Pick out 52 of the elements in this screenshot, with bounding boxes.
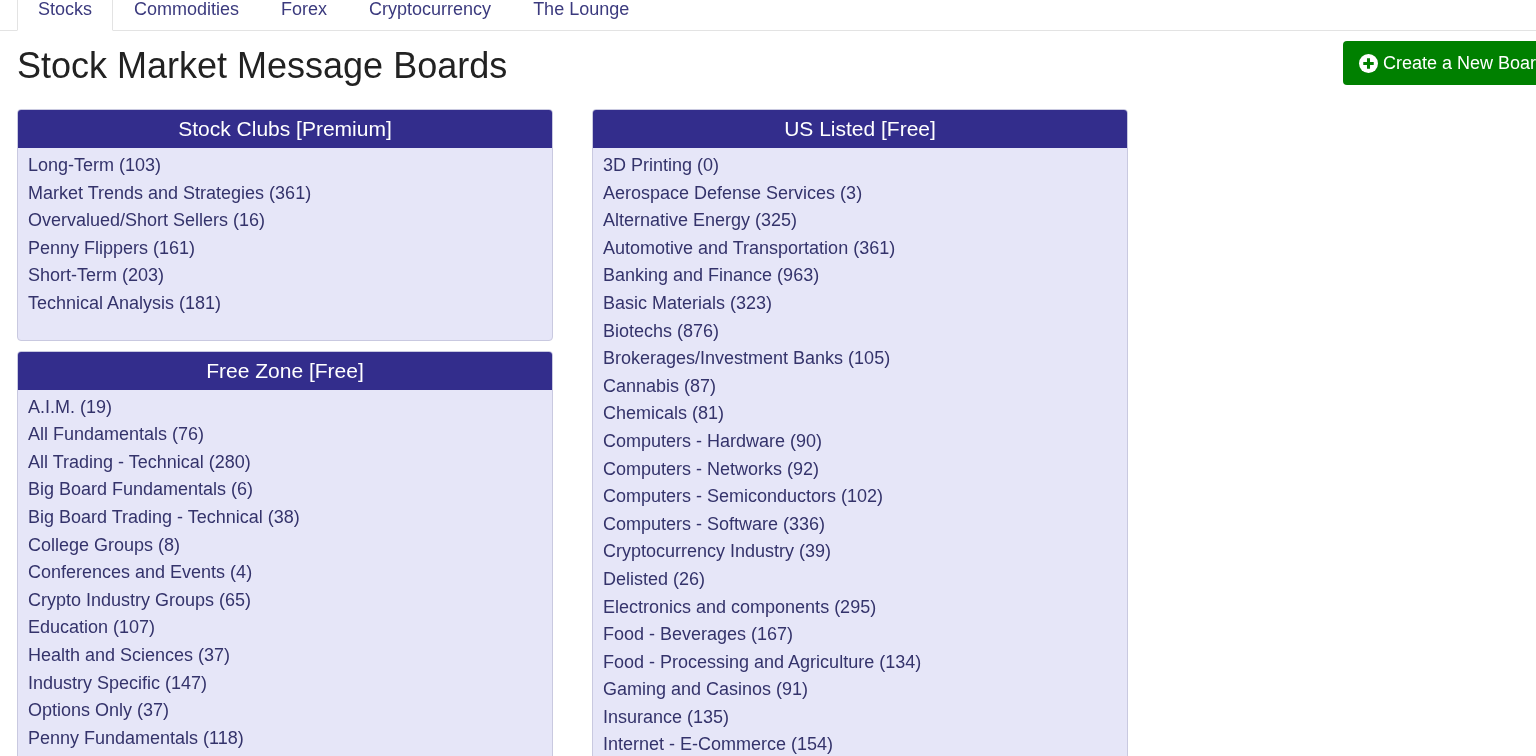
board-link[interactable]: Food - Processing and Agriculture (134): [603, 648, 922, 677]
plus-circle-icon: [1358, 53, 1378, 73]
create-board-button[interactable]: Create a New Boar: [1342, 41, 1536, 85]
board-link[interactable]: Crypto Industry Groups (65): [28, 586, 252, 615]
board-link[interactable]: Cryptocurrency Industry (39): [603, 538, 832, 566]
board-link[interactable]: Big Board Fundamentals (6): [28, 476, 254, 504]
nav-tab[interactable]: Commodities: [113, 0, 261, 31]
board-link[interactable]: Automotive and Transportation (361): [603, 234, 896, 263]
board-link[interactable]: Short-Term (203): [28, 262, 165, 290]
board-link[interactable]: Industry Specific (147): [28, 669, 208, 698]
board-link[interactable]: Cannabis (87): [603, 372, 717, 401]
board-link[interactable]: Computers - Hardware (90): [603, 427, 823, 456]
board-link[interactable]: Food - Beverages (167): [603, 621, 794, 649]
board-link[interactable]: Insurance (135): [603, 703, 730, 732]
board-link[interactable]: Computers - Networks (92): [603, 455, 820, 484]
panel-header: Stock Clubs [Premium]: [18, 110, 552, 148]
board-link[interactable]: Computers - Semiconductors (102): [603, 483, 884, 511]
board-link[interactable]: Computers - Software (336): [603, 510, 826, 539]
board-link[interactable]: Technical Analysis (181): [28, 289, 222, 318]
board-link[interactable]: Options Only (37): [28, 697, 170, 725]
board-link[interactable]: Electronics and components (295): [603, 593, 877, 622]
board-link[interactable]: Market Trends and Strategies (361): [28, 179, 312, 208]
board-link[interactable]: A.I.M. (19): [28, 393, 112, 422]
board-link[interactable]: Delisted (26): [603, 565, 706, 594]
nav-tab[interactable]: The Lounge: [512, 0, 651, 31]
nav-tab[interactable]: Forex: [260, 0, 349, 31]
board-link[interactable]: Penny Flippers (161): [28, 234, 196, 263]
board-link[interactable]: Gaming and Casinos (91): [603, 676, 809, 704]
board-link[interactable]: All Trading - Technical (280): [28, 448, 251, 477]
nav-tab[interactable]: Cryptocurrency: [348, 0, 513, 31]
board-link[interactable]: Chemicals (81): [603, 400, 725, 428]
board-link[interactable]: Long-Term (103): [28, 152, 162, 180]
board-link[interactable]: Internet - E-Commerce (154): [603, 731, 834, 756]
board-link[interactable]: Conferences and Events (4): [28, 559, 253, 587]
page-title: Stock Market Message Boards: [17, 44, 508, 88]
board-link[interactable]: College Groups (8): [28, 531, 181, 560]
board-link[interactable]: Basic Materials (323): [603, 289, 773, 318]
board-link[interactable]: Banking and Finance (963): [603, 262, 820, 290]
panel-header: US Listed [Free]: [593, 110, 1127, 148]
board-link[interactable]: Overvalued/Short Sellers (16): [28, 207, 266, 235]
board-link[interactable]: Education (107): [28, 614, 156, 642]
board-link[interactable]: Aerospace Defense Services (3): [603, 179, 863, 208]
board-link[interactable]: All Fundamentals (76): [28, 421, 205, 449]
board-link[interactable]: 3D Printing (0): [603, 152, 720, 180]
board-link[interactable]: Penny Fundamentals (118): [28, 724, 244, 753]
board-link[interactable]: Alternative Energy (325): [603, 207, 798, 235]
board-link[interactable]: Brokerages/Investment Banks (105): [603, 345, 891, 373]
board-link[interactable]: Health and Sciences (37): [28, 641, 231, 670]
nav-tab[interactable]: Stocks: [17, 0, 114, 31]
board-link[interactable]: Biotechs (876): [603, 317, 720, 346]
panel-header: Free Zone [Free]: [18, 351, 552, 390]
board-link[interactable]: Big Board Trading - Technical (38): [28, 503, 300, 532]
